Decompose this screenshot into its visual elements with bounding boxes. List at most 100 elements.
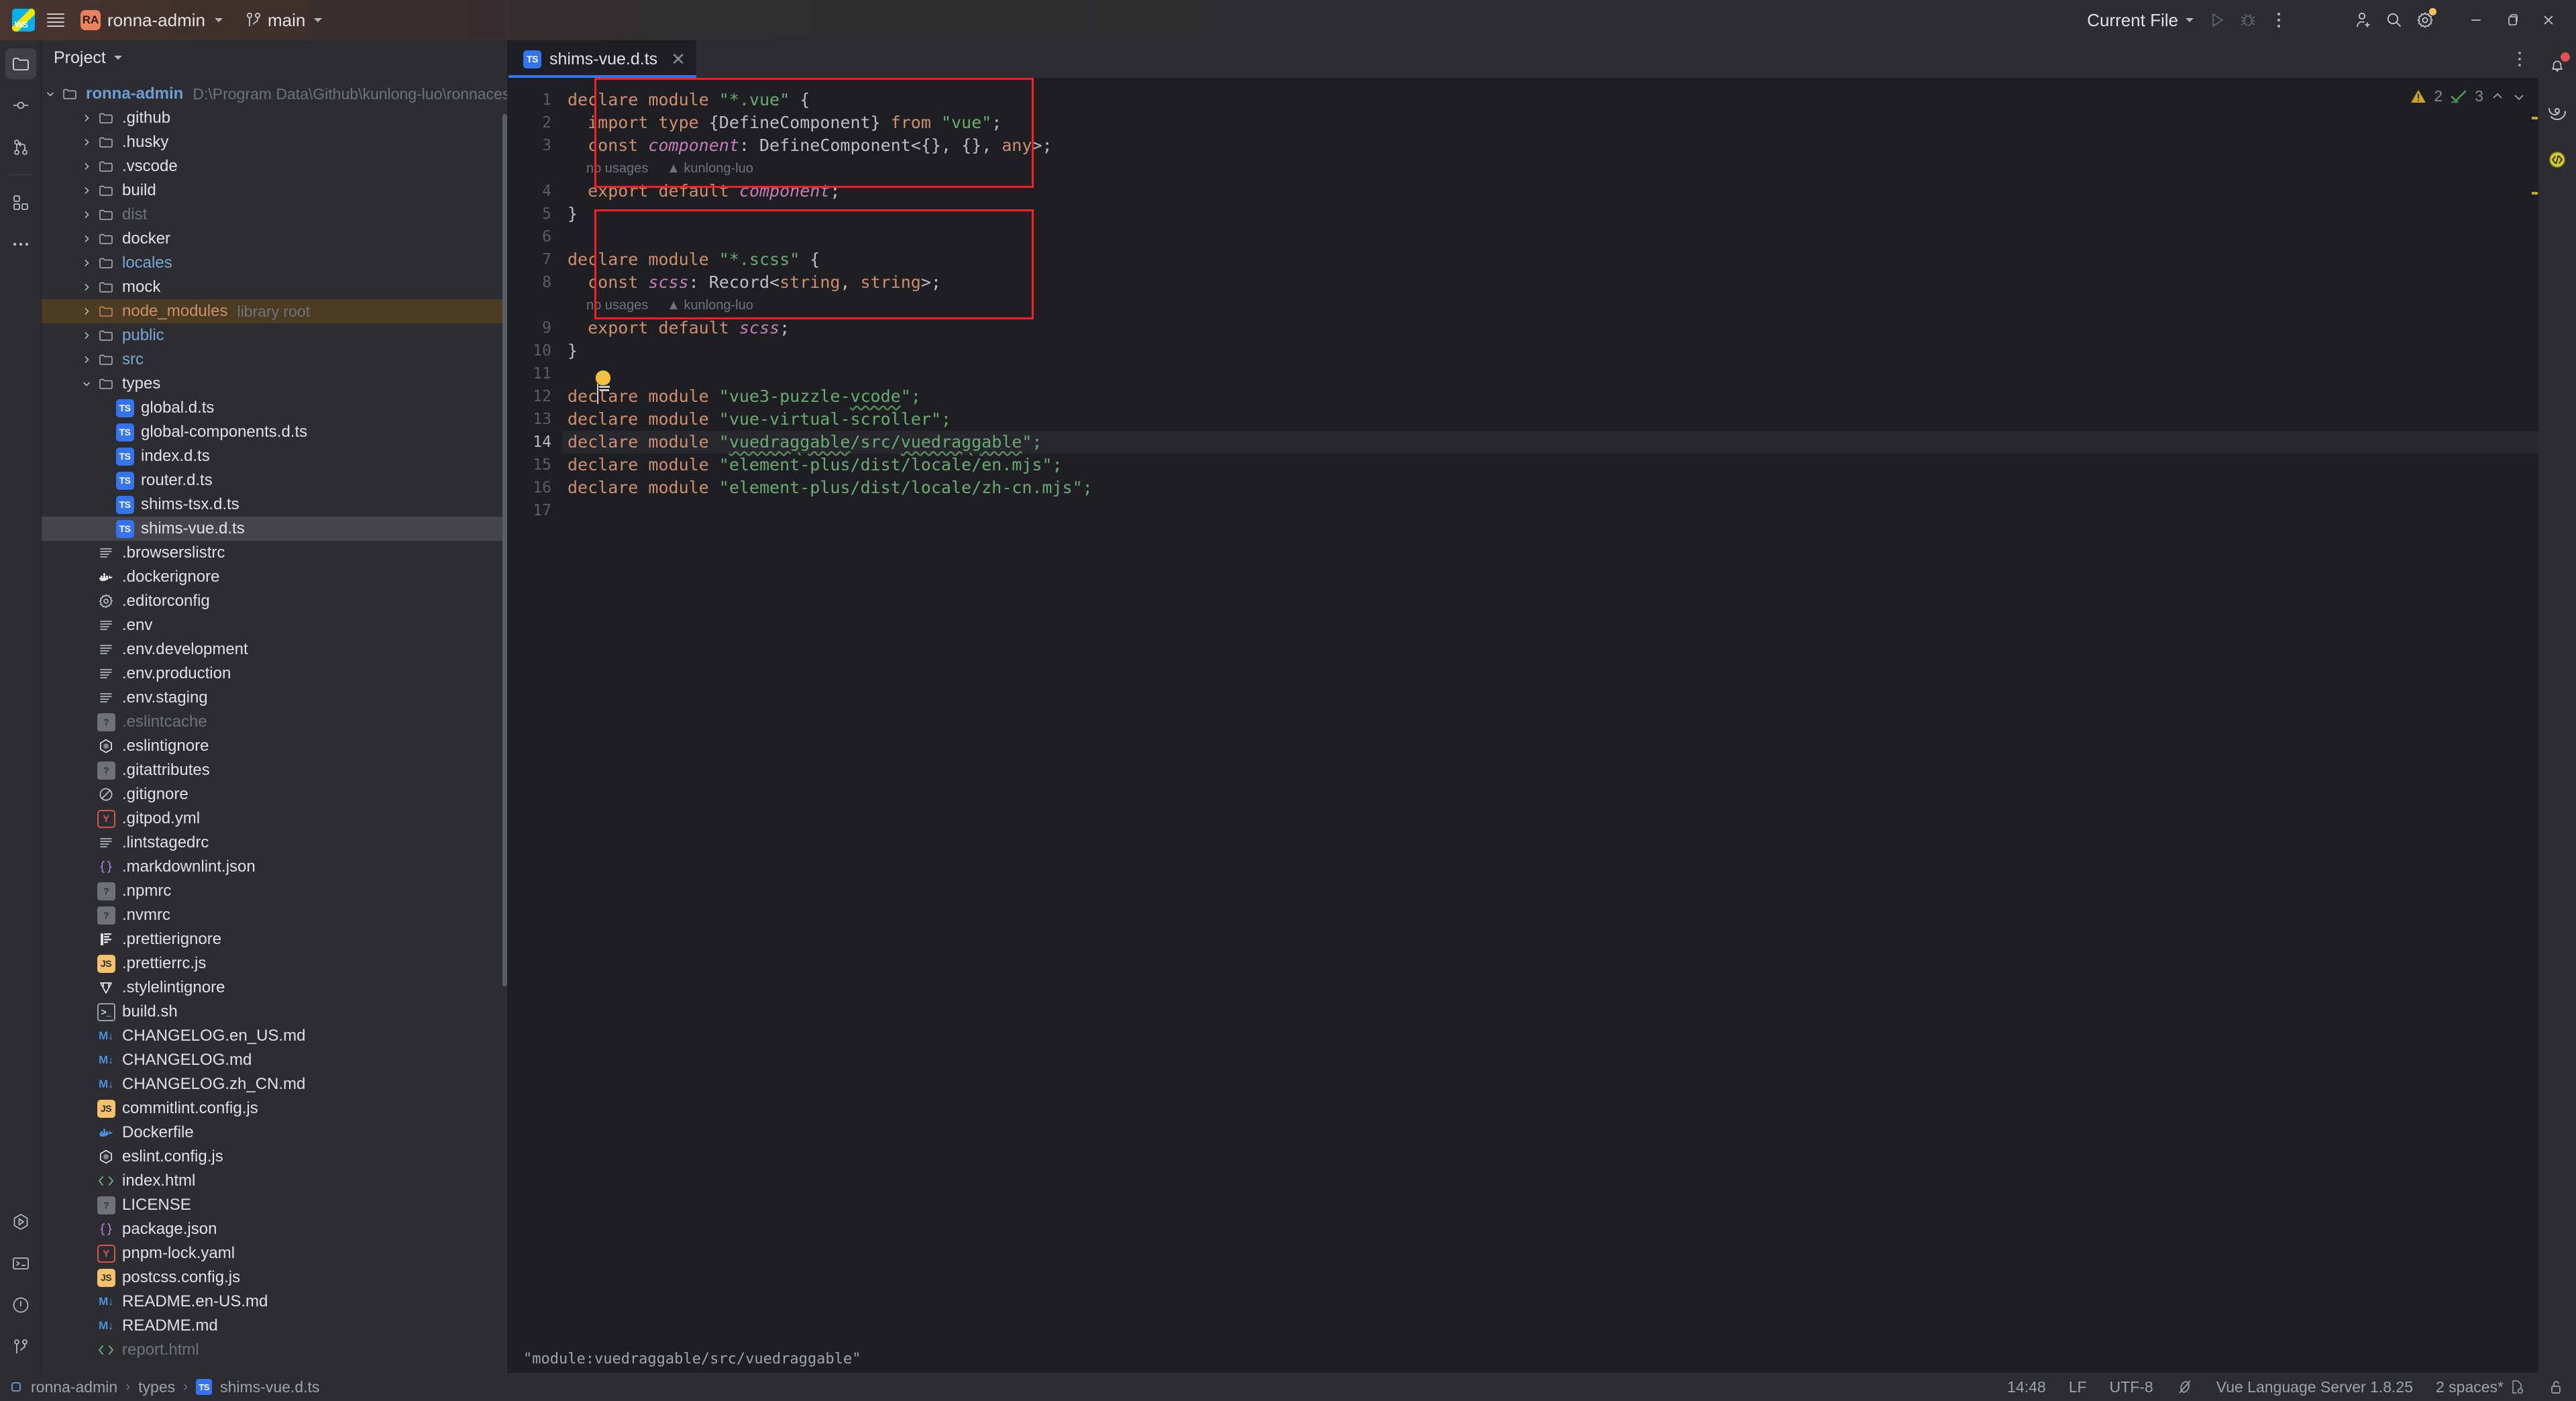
tree-row-index-html[interactable]: index.html xyxy=(42,1169,508,1193)
line-separator[interactable]: LF xyxy=(2069,1378,2087,1396)
tree-row-src[interactable]: src xyxy=(42,348,508,372)
tree-row-router-d-ts[interactable]: TS router.d.ts xyxy=(42,468,508,492)
tree-row--eslintignore[interactable]: .eslintignore xyxy=(42,734,508,758)
run-configuration-selector[interactable]: Current File xyxy=(2079,7,2202,34)
webstorm-logo[interactable]: WS xyxy=(7,5,40,36)
notifications-button[interactable] xyxy=(2542,51,2572,81)
breadcrumb-item-0[interactable]: ronna-admin xyxy=(31,1378,117,1396)
tree-row--browserslistrc[interactable]: .browserslistrc xyxy=(42,541,508,565)
code-editor[interactable]: 1 2 3 4 5 6 7 8 9 10 11 12 13 14 15 16 17 declare module… xyxy=(508,78,2538,1345)
tree-row--vscode[interactable]: .vscode xyxy=(42,154,508,178)
chevron-expanded-icon[interactable] xyxy=(42,89,59,99)
chevron-collapsed-icon[interactable] xyxy=(78,185,95,196)
code-line[interactable]: declare module "vuedraggable/src/vuedrag… xyxy=(562,431,2538,454)
previous-problem-icon[interactable] xyxy=(2490,89,2505,104)
code-line[interactable]: declare module "element-plus/dist/locale… xyxy=(562,454,2538,476)
marker-warning[interactable] xyxy=(2532,192,2538,195)
breadcrumb-item-2[interactable]: shims-vue.d.ts xyxy=(220,1378,319,1396)
chevron-collapsed-icon[interactable] xyxy=(78,354,95,365)
sidebar-item-terminal[interactable] xyxy=(5,1248,36,1279)
tree-row--gitpod-yml[interactable]: Y .gitpod.yml xyxy=(42,807,508,831)
editor-tab-shims-vue[interactable]: TS shims-vue.d.ts ✕ xyxy=(508,40,696,78)
unlocked-icon[interactable] xyxy=(2548,1378,2564,1396)
code-line[interactable]: declare module "*.scss" { xyxy=(562,248,2538,271)
code-line[interactable]: } xyxy=(562,203,2538,225)
indent-settings[interactable]: 2 spaces* xyxy=(2436,1378,2525,1396)
code-line[interactable] xyxy=(562,225,2538,248)
chevron-collapsed-icon[interactable] xyxy=(78,161,95,172)
chevron-expanded-icon[interactable] xyxy=(78,378,95,389)
tree-row-dockerfile[interactable]: Dockerfile xyxy=(42,1121,508,1145)
chevron-collapsed-icon[interactable] xyxy=(78,306,95,317)
tree-row-types[interactable]: types xyxy=(42,372,508,396)
sidebar-item-problems[interactable] xyxy=(5,1290,36,1320)
tree-row-commitlint-config-js[interactable]: JS commitlint.config.js xyxy=(42,1096,508,1121)
tree-row-build[interactable]: build xyxy=(42,178,508,203)
chevron-collapsed-icon[interactable] xyxy=(78,209,95,220)
tree-row--env-staging[interactable]: .env.staging xyxy=(42,686,508,710)
tree-row-docker[interactable]: docker xyxy=(42,227,508,251)
tree-row-root[interactable]: ronna-admin D:\Program Data\Github\kunlo… xyxy=(42,82,508,106)
tree-row-node-modules[interactable]: node_modules library root xyxy=(42,299,508,323)
tree-row--nvmrc[interactable]: ? .nvmrc xyxy=(42,903,508,927)
sidebar-item-version-control[interactable] xyxy=(5,1331,36,1362)
tree-row-report-html[interactable]: report.html xyxy=(42,1338,508,1362)
code-vision-hint[interactable]: no usages ▲ kunlong-luo xyxy=(562,157,2538,180)
tree-row-global-components-d-ts[interactable]: TS global-components.d.ts xyxy=(42,420,508,444)
editor-marker-column[interactable] xyxy=(2532,78,2538,1345)
tree-row-changelog-md[interactable]: M↓ CHANGELOG.md xyxy=(42,1048,508,1072)
tree-row-package-json[interactable]: package.json xyxy=(42,1217,508,1241)
close-window-button[interactable] xyxy=(2530,5,2567,36)
no-read-only-icon[interactable] xyxy=(2176,1378,2194,1396)
tree-row-dist[interactable]: dist xyxy=(42,203,508,227)
sidebar-item-commit[interactable] xyxy=(5,90,36,121)
tree-row-changelog-zh-cn-md[interactable]: M↓ CHANGELOG.zh_CN.md xyxy=(42,1072,508,1096)
tree-row--prettierrc-js[interactable]: JS .prettierrc.js xyxy=(42,951,508,976)
tree-row-changelog-en-us-md[interactable]: M↓ CHANGELOG.en_US.md xyxy=(42,1024,508,1048)
tree-row-license[interactable]: ? LICENSE xyxy=(42,1193,508,1217)
tree-row--dockerignore[interactable]: .dockerignore xyxy=(42,565,508,589)
settings-button[interactable] xyxy=(2410,5,2440,36)
tree-row-postcss-config-js[interactable]: JS postcss.config.js xyxy=(42,1265,508,1290)
tree-row-global-d-ts[interactable]: TS global.d.ts xyxy=(42,396,508,420)
tree-row--lintstagedrc[interactable]: .lintstagedrc xyxy=(42,831,508,855)
code-line[interactable]: declare module "vue3-puzzle-vcode"; xyxy=(562,385,2538,408)
code-line[interactable] xyxy=(562,499,2538,522)
line-number-gutter[interactable]: 1 2 3 4 5 6 7 8 9 10 11 12 13 14 15 16 17 xyxy=(508,78,562,1345)
sidebar-item-project[interactable] xyxy=(5,48,36,79)
code-line[interactable]: } xyxy=(562,340,2538,362)
code-line[interactable]: declare module "element-plus/dist/locale… xyxy=(562,476,2538,499)
tree-row--env-production[interactable]: .env.production xyxy=(42,662,508,686)
tree-row-mock[interactable]: mock xyxy=(42,275,508,299)
sidebar-item-run[interactable] xyxy=(5,1206,36,1237)
debug-button[interactable] xyxy=(2233,5,2263,36)
project-selector[interactable]: RA ronna-admin xyxy=(74,7,229,34)
code-line[interactable]: import type {DefineComponent} from "vue"… xyxy=(562,111,2538,134)
account-button[interactable] xyxy=(2348,5,2379,36)
chevron-collapsed-icon[interactable] xyxy=(78,282,95,293)
intention-bulb-icon[interactable] xyxy=(596,370,613,392)
breadcrumb-item-1[interactable]: types xyxy=(138,1378,175,1396)
code-line[interactable]: export default scss; xyxy=(562,317,2538,340)
marker-warning[interactable] xyxy=(2532,117,2538,119)
code-line[interactable]: export default component; xyxy=(562,180,2538,203)
code-line[interactable]: const component: DefineComponent<{}, {},… xyxy=(562,134,2538,157)
code-vision-hint[interactable]: no usages ▲ kunlong-luo xyxy=(562,294,2538,317)
chevron-collapsed-icon[interactable] xyxy=(78,113,95,123)
more-actions-button[interactable] xyxy=(2263,5,2294,36)
tree-row-locales[interactable]: locales xyxy=(42,251,508,275)
tree-row--eslintcache[interactable]: ? .eslintcache xyxy=(42,710,508,734)
project-tree[interactable]: ronna-admin D:\Program Data\Github\kunlo… xyxy=(42,75,508,1373)
sidebar-item-plugins[interactable] xyxy=(5,187,36,218)
code-line[interactable] xyxy=(562,362,2538,385)
tree-row--npmrc[interactable]: ? .npmrc xyxy=(42,879,508,903)
code-content[interactable]: declare module "*.vue" { import type {De… xyxy=(562,78,2538,1345)
tree-row--env-development[interactable]: .env.development xyxy=(42,637,508,662)
close-tab-icon[interactable]: ✕ xyxy=(671,49,686,70)
chevron-collapsed-icon[interactable] xyxy=(78,258,95,268)
tree-row-shims-tsx-d-ts[interactable]: TS shims-tsx.d.ts xyxy=(42,492,508,517)
tree-row--github[interactable]: .github xyxy=(42,106,508,130)
tree-row-pnpm-lock-yaml[interactable]: Ypnpm-lock.yaml xyxy=(42,1241,508,1265)
main-menu-hamburger[interactable] xyxy=(40,5,71,36)
git-branch-selector[interactable]: main xyxy=(239,7,329,34)
